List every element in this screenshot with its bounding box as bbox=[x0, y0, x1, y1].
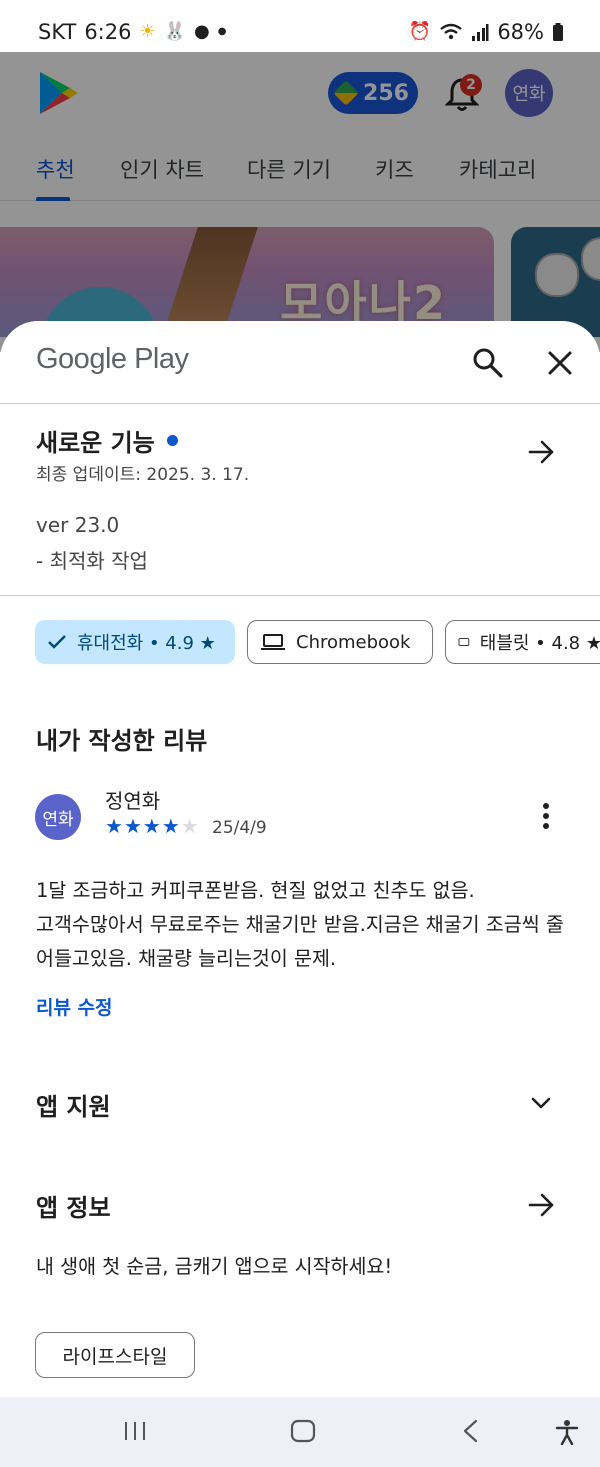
close-icon[interactable] bbox=[542, 345, 578, 381]
status-left: SKT 6:26 ☀ 🐰 ● ● bbox=[38, 20, 227, 44]
reviewer-name: 정연화 bbox=[105, 789, 161, 813]
device-chip-label: 휴대전화 • 4.9 ★ bbox=[77, 633, 216, 654]
review-text-line: 고객수많아서 무료로주는 채굴기만 받음.지금은 채굴기 조금씩 줄어들고있음.… bbox=[36, 913, 564, 970]
about-sheet: Google Play 새로운 기능 최종 업데이트: 2025. 3. 17.… bbox=[0, 321, 600, 1397]
status-right: ⏰ 68% bbox=[409, 20, 564, 44]
app-support-title[interactable]: 앱 지원 bbox=[36, 1087, 111, 1122]
home-icon[interactable] bbox=[290, 1419, 316, 1443]
star-filled-icon: ★ bbox=[105, 814, 123, 838]
my-review-heading: 내가 작성한 리뷰 bbox=[36, 727, 208, 755]
more-options-icon[interactable] bbox=[534, 801, 558, 831]
google-play-logo: Google Play bbox=[36, 343, 189, 375]
accessibility-icon[interactable] bbox=[555, 1419, 579, 1445]
chevron-down-icon[interactable] bbox=[526, 1088, 556, 1118]
review-date: 25/4/9 bbox=[212, 818, 267, 838]
scrim-overlay[interactable] bbox=[0, 52, 600, 352]
device-chip-tablet[interactable]: 태블릿 • 4.8 ★ bbox=[445, 620, 600, 664]
category-chip[interactable]: 라이프스타일 bbox=[35, 1332, 195, 1378]
app-info-title[interactable]: 앱 정보 bbox=[36, 1188, 111, 1223]
search-icon[interactable] bbox=[470, 345, 506, 381]
recent-apps-icon[interactable] bbox=[122, 1419, 148, 1443]
device-chip-chromebook[interactable]: Chromebook bbox=[247, 620, 433, 664]
edit-review-link[interactable]: 리뷰 수정 bbox=[36, 993, 113, 1020]
whats-new-title[interactable]: 새로운 기능 bbox=[36, 423, 178, 458]
signal-icon bbox=[472, 24, 489, 41]
divider bbox=[0, 595, 600, 596]
star-filled-icon: ★ bbox=[161, 814, 180, 838]
tablet-icon bbox=[458, 638, 470, 646]
whats-new-label: 새로운 기능 bbox=[36, 429, 155, 457]
star-empty-icon: ★ bbox=[180, 814, 199, 838]
status-bar: SKT 6:26 ☀ 🐰 ● ● ⏰ 68% bbox=[0, 0, 600, 52]
arrow-right-icon[interactable] bbox=[526, 1190, 556, 1220]
version-text: ver 23.0 bbox=[36, 513, 120, 537]
arrow-right-icon[interactable] bbox=[526, 437, 556, 467]
device-chip-label: 태블릿 • 4.8 ★ bbox=[479, 633, 600, 654]
device-chip-label: Chromebook bbox=[296, 631, 411, 653]
star-filled-icon: ★ bbox=[142, 814, 161, 838]
wifi-icon bbox=[440, 23, 463, 40]
last-updated: 최종 업데이트: 2025. 3. 17. bbox=[36, 465, 250, 485]
clock: 6:26 bbox=[84, 20, 132, 44]
carrier-label: SKT bbox=[38, 20, 77, 44]
system-nav-bar bbox=[0, 1397, 600, 1467]
back-icon[interactable] bbox=[460, 1419, 482, 1443]
app-description: 내 생애 첫 순금, 금캐기 앱으로 시작하세요! bbox=[36, 1255, 393, 1278]
rabbit-icon: 🐰 bbox=[163, 21, 187, 42]
battery-icon bbox=[553, 23, 563, 41]
check-icon bbox=[48, 635, 66, 649]
star-filled-icon: ★ bbox=[123, 814, 142, 838]
release-note: - 최적화 작업 bbox=[36, 549, 148, 573]
dot-icon: ● bbox=[217, 26, 227, 37]
new-indicator-dot bbox=[166, 435, 178, 446]
sun-icon: ☀ bbox=[139, 21, 156, 42]
chat-bubble-icon: ● bbox=[194, 21, 210, 42]
review-text-line: 1달 조금하고 커피쿠폰받음. 현질 없었고 친추도 없음. bbox=[36, 879, 475, 902]
alarm-icon: ⏰ bbox=[408, 21, 432, 42]
reviewer-avatar: 연화 bbox=[35, 794, 81, 840]
rating-stars: ★ ★ ★ ★ ★ bbox=[105, 815, 199, 837]
laptop-icon bbox=[261, 634, 285, 650]
review-text: 1달 조금하고 커피쿠폰받음. 현질 없었고 친추도 없음. 고객수많아서 무료… bbox=[36, 874, 576, 976]
divider bbox=[0, 403, 600, 404]
battery-percent: 68% bbox=[497, 20, 544, 44]
device-chip-phone[interactable]: 휴대전화 • 4.9 ★ bbox=[35, 620, 235, 664]
